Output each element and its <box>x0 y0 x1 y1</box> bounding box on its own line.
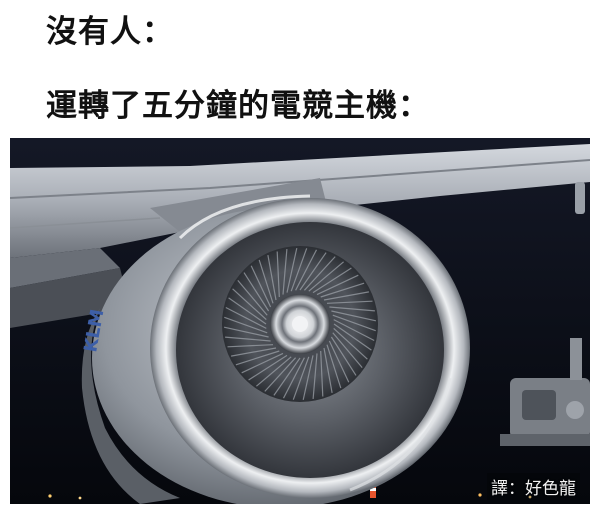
watermark-text: 譯：好色龍 <box>487 473 580 500</box>
meme-page: 沒有人： 運轉了五分鐘的電競主機： KLM 譯：好色龍 <box>0 0 600 514</box>
caption-line-1: 沒有人： <box>46 14 174 50</box>
jet-engine-photo: KLM 譯：好色龍 <box>10 138 590 504</box>
caption-line-2: 運轉了五分鐘的電競主機： <box>46 88 430 124</box>
jet-engine-illustration: KLM <box>10 138 590 504</box>
